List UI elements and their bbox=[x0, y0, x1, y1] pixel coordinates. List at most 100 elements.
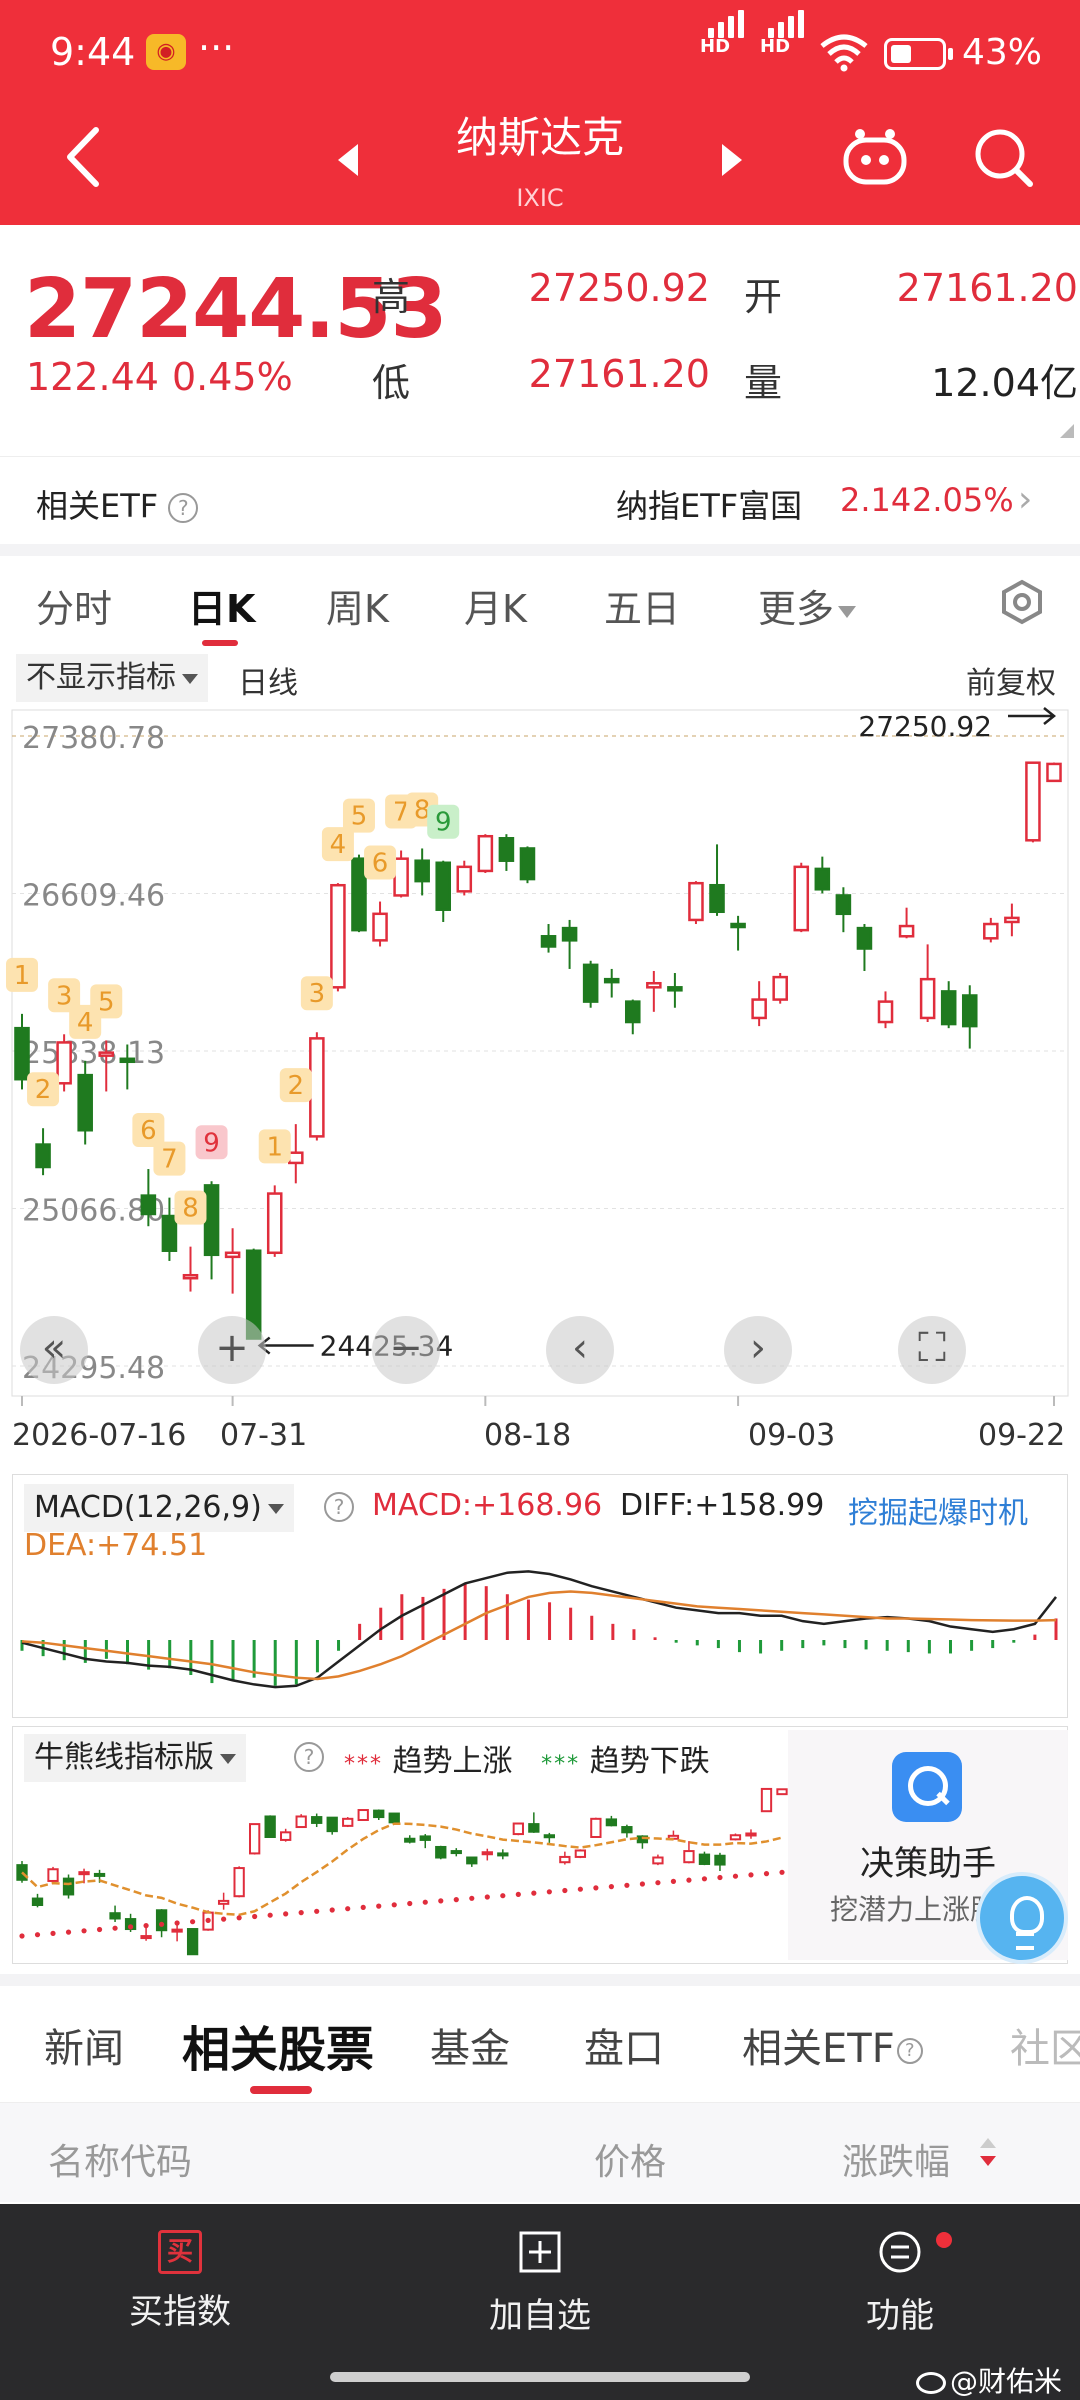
mini-candle bbox=[295, 1815, 307, 1829]
zoom-out-button[interactable]: − bbox=[372, 1316, 440, 1384]
adjust-mode-button[interactable]: 前复权 bbox=[966, 658, 1056, 702]
weibo-notification-icon: ◉ bbox=[146, 34, 186, 70]
help-icon[interactable]: ? bbox=[168, 493, 199, 523]
td-sequence-label: 2 bbox=[288, 1071, 305, 1101]
trend-dot bbox=[407, 1900, 413, 1907]
mini-candle bbox=[155, 1909, 168, 1932]
y-tick-label: 26609.46 bbox=[22, 878, 165, 913]
tab-monthly-k[interactable]: 月K bbox=[464, 578, 527, 633]
tab-related-stocks[interactable]: 相关股票 bbox=[182, 2010, 374, 2080]
bull-bear-indicator-select[interactable]: 牛熊线指标版 bbox=[24, 1734, 246, 1782]
trend-dot bbox=[81, 1928, 87, 1934]
candle bbox=[961, 994, 978, 1028]
fullscreen-button[interactable]: ⛶ bbox=[898, 1316, 966, 1384]
trend-dot bbox=[96, 1926, 103, 1933]
robot-assistant-icon[interactable] bbox=[840, 126, 910, 186]
add-watchlist-button[interactable]: 加自选 bbox=[410, 2230, 670, 2337]
candle bbox=[1025, 761, 1041, 842]
mini-candle bbox=[605, 1818, 618, 1827]
buy-icon: 买 bbox=[158, 2230, 202, 2274]
functions-button[interactable]: 功能 bbox=[770, 2230, 1030, 2337]
related-etf-row[interactable]: 相关ETF ? 纳指ETF富国 2.14 2.05% › bbox=[0, 456, 1080, 544]
td-sequence-label: 7 bbox=[161, 1145, 178, 1175]
mini-candle bbox=[217, 1899, 230, 1905]
trend-dot bbox=[267, 1912, 273, 1918]
trend-dot bbox=[577, 1886, 583, 1892]
tab-community[interactable]: 社区 bbox=[1010, 2016, 1080, 2074]
trend-dot bbox=[655, 1880, 661, 1886]
expand-corner-icon[interactable] bbox=[1060, 424, 1074, 438]
tab-intraday[interactable]: 分时 bbox=[36, 578, 112, 633]
tab-five-day[interactable]: 五日 bbox=[604, 578, 680, 633]
macd-help-icon[interactable]: ? bbox=[324, 1492, 354, 1522]
notification-dot bbox=[936, 2232, 952, 2248]
scroll-start-button[interactable]: « bbox=[20, 1316, 88, 1384]
candle bbox=[77, 1073, 93, 1132]
candle bbox=[372, 912, 388, 942]
x-tick-label: 2026-07-16 bbox=[12, 1418, 187, 1453]
candle bbox=[1046, 762, 1062, 783]
home-indicator[interactable] bbox=[330, 2372, 750, 2382]
mini-candle bbox=[776, 1788, 788, 1796]
promo-link[interactable]: 挖掘起爆时机 bbox=[848, 1488, 1028, 1532]
trend-dot bbox=[34, 1932, 41, 1938]
candle bbox=[330, 883, 346, 989]
scroll-left-button[interactable]: ‹ bbox=[546, 1316, 614, 1384]
tab-daily-k[interactable]: 日K bbox=[188, 578, 255, 633]
signal-hd-label-2: HD bbox=[760, 36, 791, 57]
zoom-in-button[interactable]: + bbox=[198, 1316, 266, 1384]
bull-bear-help-icon[interactable]: ? bbox=[294, 1742, 324, 1772]
menu-circle-icon bbox=[879, 2231, 921, 2273]
candle bbox=[519, 847, 536, 881]
kline-chart[interactable]: 27380.7826609.4625838.1325066.8024295.48… bbox=[0, 700, 1080, 1420]
mini-candle bbox=[186, 1928, 199, 1956]
candle bbox=[140, 1194, 157, 1216]
td-sequence-label: 6 bbox=[372, 849, 389, 879]
trend-dot bbox=[283, 1911, 289, 1917]
candle bbox=[14, 1026, 30, 1081]
next-index-arrow-icon[interactable] bbox=[720, 142, 744, 178]
tab-funds[interactable]: 基金 bbox=[430, 2016, 510, 2074]
tab-order-book[interactable]: 盘口 bbox=[584, 2016, 664, 2074]
mini-candle bbox=[683, 1850, 695, 1864]
trend-dot bbox=[329, 1907, 335, 1913]
mini-candle bbox=[543, 1834, 555, 1839]
td-sequence-label: 9 bbox=[203, 1128, 220, 1158]
search-icon[interactable] bbox=[972, 126, 1034, 188]
buy-index-button[interactable]: 买 买指数 bbox=[50, 2230, 310, 2333]
lightbulb-icon[interactable] bbox=[976, 1872, 1068, 1964]
mini-candle bbox=[652, 1856, 664, 1865]
sort-toggle-icon[interactable] bbox=[978, 2136, 998, 2170]
trend-dot bbox=[500, 1893, 506, 1899]
tab-related-etf[interactable]: 相关ETF? bbox=[742, 2016, 923, 2074]
open-value: 27161.20 bbox=[896, 266, 1078, 310]
x-tick-label: 09-22 bbox=[978, 1418, 1066, 1453]
assistant-subtitle: 挖潜力上涨股 bbox=[830, 1893, 999, 1926]
col-change-percent[interactable]: 涨跌幅 bbox=[842, 2133, 950, 2185]
mini-candle bbox=[342, 1817, 354, 1827]
mini-candle bbox=[512, 1822, 524, 1836]
macd-indicator-select[interactable]: MACD(12,26,9) bbox=[24, 1484, 294, 1532]
related-etf-label: 相关ETF bbox=[36, 487, 159, 525]
x-tick-label: 07-31 bbox=[220, 1418, 308, 1453]
col-name-code: 名称代码 bbox=[48, 2142, 193, 2183]
dea-line bbox=[21, 1590, 1057, 1681]
tab-weekly-k[interactable]: 周K bbox=[326, 578, 389, 633]
tab-more[interactable]: 更多 bbox=[758, 578, 857, 633]
candle bbox=[98, 1051, 115, 1057]
scroll-right-button[interactable]: › bbox=[724, 1316, 792, 1384]
trend-dot bbox=[345, 1906, 351, 1912]
candle bbox=[540, 935, 557, 948]
tab-news[interactable]: 新闻 bbox=[44, 2016, 124, 2074]
candle bbox=[983, 922, 999, 940]
candle bbox=[351, 857, 367, 932]
active-bottom-tab-indicator bbox=[250, 2086, 312, 2094]
indicator-select[interactable]: 不显示指标 bbox=[16, 654, 208, 702]
settings-hexagon-icon[interactable] bbox=[998, 578, 1046, 626]
candle bbox=[772, 975, 788, 1001]
candle bbox=[435, 861, 452, 911]
low-value: 27161.20 bbox=[528, 352, 710, 396]
status-time: 9:44 bbox=[50, 30, 136, 74]
col-price[interactable]: 价格 bbox=[594, 2133, 666, 2185]
dropdown-triangle-icon bbox=[182, 673, 198, 684]
